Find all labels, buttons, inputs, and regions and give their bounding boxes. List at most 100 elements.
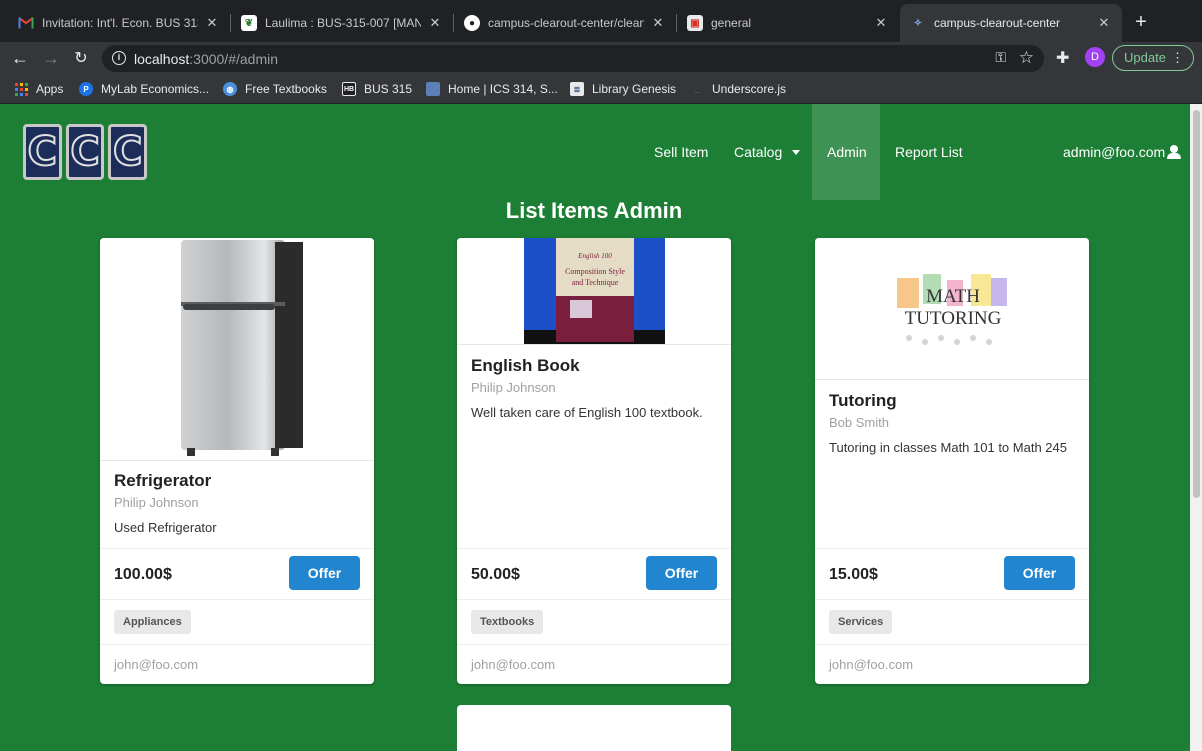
close-tab-icon[interactable]: ✕ (204, 15, 220, 31)
page-title: List Items Admin (505, 198, 683, 223)
tab-campus-clearout-center[interactable]: ✧ campus-clearout-center ✕ (900, 4, 1122, 42)
item-description: Used Refrigerator (114, 520, 217, 535)
bookmarks-bar: Apps P MyLab Economics... ◍ Free Textboo… (0, 74, 1202, 104)
info-icon[interactable]: i (112, 51, 126, 65)
offer-button[interactable]: Offer (646, 556, 717, 590)
update-label: Update (1124, 50, 1166, 65)
category-tag[interactable]: Textbooks (471, 610, 544, 634)
item-price: 100.00$ (114, 566, 172, 583)
offer-button[interactable]: Offer (1004, 556, 1075, 590)
nav-catalog-dropdown[interactable]: Catalog (719, 104, 815, 200)
new-tab-icon[interactable]: + (1130, 12, 1152, 32)
user-icon (1167, 145, 1182, 159)
profile-avatar[interactable]: D (1085, 47, 1105, 67)
update-button[interactable]: Update ⋮ (1112, 45, 1194, 71)
close-tab-icon[interactable]: ✕ (1096, 15, 1112, 31)
item-owner: john@foo.com (114, 657, 199, 672)
forward-arrow-icon[interactable]: → (40, 47, 62, 69)
slack-icon: ▣ (687, 15, 703, 31)
owner-row: john@foo.com (457, 644, 731, 684)
bookmark-label: Free Textbooks (245, 82, 327, 96)
close-tab-icon[interactable]: ✕ (427, 15, 443, 31)
key-icon[interactable]: ⚿ (995, 49, 1006, 66)
close-tab-icon[interactable]: ✕ (650, 15, 666, 31)
item-owner: john@foo.com (829, 657, 914, 672)
math-tutoring-image: MATH TUTORING (897, 273, 1007, 345)
logo-letter: C (23, 124, 62, 180)
offer-label: Offer (307, 565, 342, 581)
price-row: 15.00$ Offer (815, 548, 1089, 600)
logo-letter: C (65, 124, 105, 180)
item-description: Well taken care of English 100 textbook. (471, 405, 703, 420)
bookmark-free-textbooks[interactable]: ◍ Free Textbooks (223, 80, 327, 98)
nav-sell-item[interactable]: Sell Item (639, 104, 723, 200)
close-tab-icon[interactable]: ✕ (873, 15, 889, 31)
tab-general[interactable]: ▣ general ✕ (677, 5, 899, 41)
card-content: Tutoring Bob Smith Tutoring in classes M… (829, 391, 1075, 455)
category-tag[interactable]: Appliances (114, 610, 191, 634)
nav-label: Catalog (734, 144, 783, 160)
item-seller: Bob Smith (829, 415, 889, 430)
bookmark-underscore[interactable]: _ Underscore.js (690, 80, 786, 98)
bookmark-mylab[interactable]: P MyLab Economics... (79, 80, 209, 98)
nav-label: Admin (827, 144, 867, 160)
offer-label: Offer (1022, 565, 1057, 581)
offer-button[interactable]: Offer (289, 556, 360, 590)
url-path: :3000/#/admin (189, 51, 278, 67)
library-icon: ≣ (570, 82, 584, 96)
price-row: 50.00$ Offer (457, 548, 731, 600)
item-description: Tutoring in classes Math 101 to Math 245 (829, 440, 1067, 455)
tab-title: general (711, 16, 752, 30)
page-scrollbar[interactable] (1190, 104, 1202, 751)
tab-gmail[interactable]: Invitation: Int'l. Econ. BUS 313 ✕ (8, 5, 230, 41)
bookmark-library-genesis[interactable]: ≣ Library Genesis (570, 80, 676, 98)
item-card: English 100 Composition Style and Techni… (457, 238, 731, 684)
url-text[interactable]: localhost:3000/#/admin (134, 51, 278, 67)
item-card: Refrigerator Philip Johnson Used Refrige… (100, 238, 374, 684)
underscore-icon: _ (694, 84, 700, 94)
card-content: English Book Philip Johnson Well taken c… (471, 356, 717, 420)
book-cover-text: Composition Style (565, 267, 625, 276)
square-icon (426, 82, 440, 96)
item-seller: Philip Johnson (471, 380, 556, 395)
item-price: 15.00$ (829, 566, 878, 583)
back-arrow-icon[interactable]: ← (9, 47, 31, 69)
user-email: admin@foo.com (1063, 144, 1166, 160)
bookmark-apps[interactable]: Apps (14, 80, 63, 98)
app-icon: ✧ (913, 17, 923, 29)
bookmark-label: Home | ICS 314, S... (448, 82, 558, 96)
pearson-icon: P (79, 82, 93, 96)
star-icon[interactable]: ☆ (1019, 48, 1034, 68)
bookmark-label: Apps (36, 82, 64, 96)
owner-row: john@foo.com (815, 644, 1089, 684)
scrollbar-thumb[interactable] (1193, 110, 1200, 498)
tab-github[interactable]: ● campus-clearout-center/clean ✕ (454, 5, 676, 41)
bookmark-bus315[interactable]: HB BUS 315 (342, 80, 412, 98)
item-seller: Philip Johnson (114, 495, 199, 510)
tab-laulima[interactable]: ❦ Laulima : BUS-315-007 [MAN ✕ (231, 5, 453, 41)
ccc-logo[interactable]: C C C (23, 124, 148, 180)
item-card-partial (457, 705, 731, 751)
tab-title: Invitation: Int'l. Econ. BUS 313 (42, 16, 198, 30)
nav-report-list[interactable]: Report List (880, 104, 978, 200)
textbook-image: English 100 Composition Style and Techni… (523, 238, 665, 344)
logo-letter: C (108, 124, 148, 180)
tab-title: Laulima : BUS-315-007 [MAN (265, 16, 421, 30)
item-title: Tutoring (829, 391, 897, 410)
tab-title: campus-clearout-center/clean (488, 16, 644, 30)
kebab-menu-icon[interactable]: ⋮ (1171, 46, 1184, 70)
book-cover-text: and Technique (571, 278, 618, 287)
address-bar[interactable]: i localhost:3000/#/admin ⚿ ☆ (102, 45, 1044, 72)
bookmark-label: Underscore.js (712, 82, 787, 96)
url-host: localhost (134, 51, 190, 67)
github-icon: ● (464, 15, 480, 31)
nav-admin[interactable]: Admin (812, 104, 880, 200)
bookmark-label: Library Genesis (592, 82, 677, 96)
book-cover-text: English 100 (577, 252, 612, 260)
nav-label: Sell Item (654, 144, 709, 160)
reload-icon[interactable]: ↻ (70, 47, 92, 69)
bookmark-ics314[interactable]: Home | ICS 314, S... (426, 80, 558, 98)
category-tag[interactable]: Services (829, 610, 893, 634)
user-menu[interactable]: admin@foo.com (1063, 144, 1182, 160)
extensions-puzzle-icon[interactable]: ✚ (1056, 48, 1069, 68)
